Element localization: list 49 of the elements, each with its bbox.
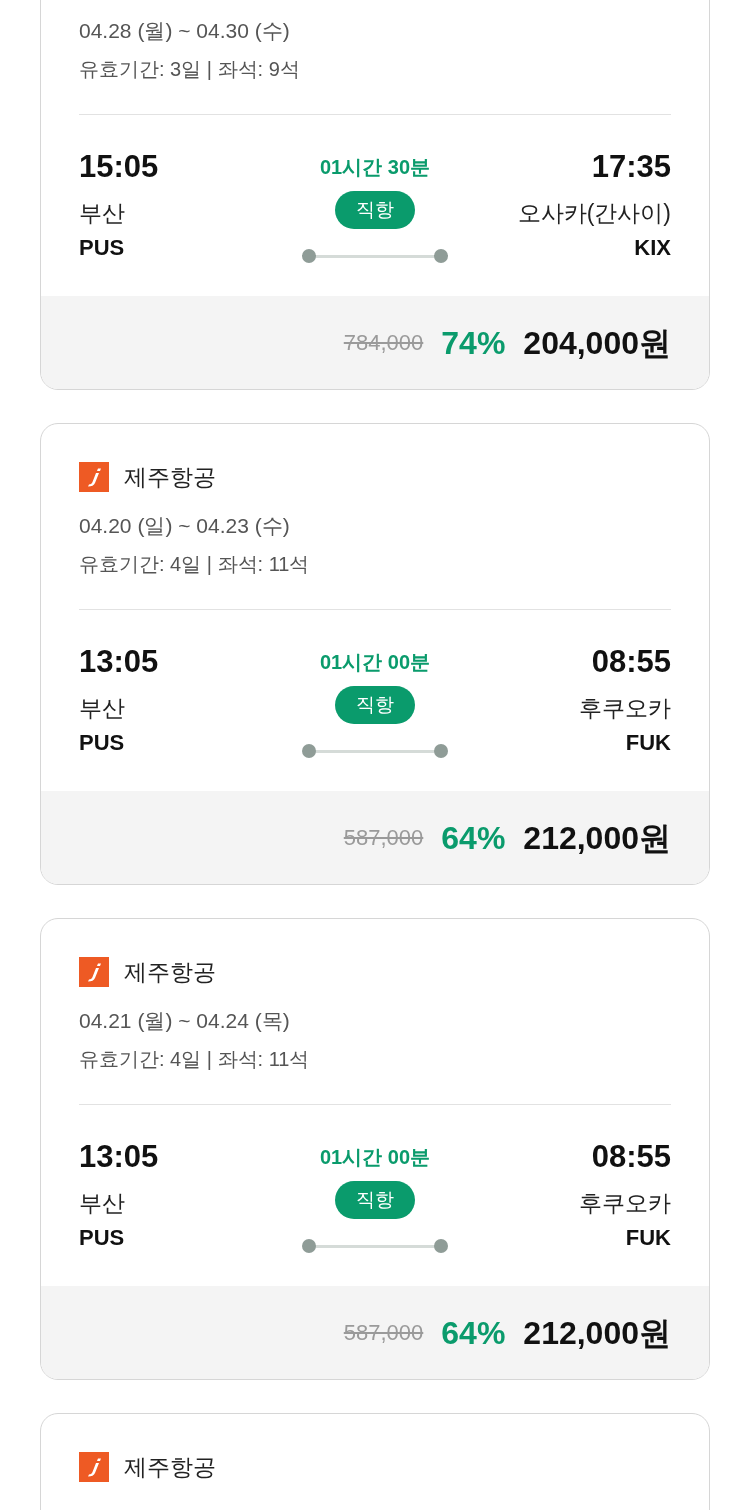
original-price: 784,000 bbox=[343, 329, 424, 357]
departure-city: 부산 bbox=[79, 694, 125, 723]
airline-logo-icon bbox=[79, 957, 109, 987]
sale-price: 212,000원 bbox=[523, 1313, 671, 1353]
departure-airport-code: PUS bbox=[79, 1224, 125, 1252]
travel-dates: 04.28 (월) ~ 04.30 (수) bbox=[79, 18, 291, 44]
flight-card[interactable]: 제주항공 04.21 (월) ~ 04.24 (목) 유효기간: 4일 | 좌석: 11석 13:05 부산 PUS 01시간 00분 직항 08:55 후쿠오카 FUK 587,000 64% 212,000원 bbox=[40, 918, 710, 1380]
discount-rate: 64% bbox=[441, 818, 506, 858]
validity-seats: 유효기간: 4일 | 좌석: 11석 bbox=[79, 550, 671, 578]
validity-seats: 유효기간: 4일 | 좌석: 11석 bbox=[79, 1045, 671, 1073]
arrival-time: 08:55 bbox=[591, 1139, 671, 1175]
airline-name: 제주항공 bbox=[124, 1452, 216, 1482]
arrival-city: 후쿠오카 bbox=[579, 694, 671, 723]
departure-airport-code: PUS bbox=[79, 234, 125, 262]
flight-duration: 01시간 00분 bbox=[319, 650, 431, 675]
original-price: 587,000 bbox=[343, 824, 424, 852]
direct-flight-badge: 직항 bbox=[335, 686, 415, 724]
flight-card[interactable]: 제주항공 bbox=[40, 1413, 710, 1510]
airline-name: 제주항공 bbox=[124, 957, 216, 987]
original-price: 587,000 bbox=[343, 1319, 424, 1347]
travel-dates: 04.21 (월) ~ 04.24 (목) bbox=[79, 1008, 291, 1034]
airline-logo-icon bbox=[79, 1452, 109, 1482]
flight-duration: 01시간 30분 bbox=[319, 155, 431, 180]
discount-rate: 74% bbox=[441, 323, 506, 363]
arrival-airport-code: FUK bbox=[625, 1224, 671, 1252]
sale-price: 204,000원 bbox=[523, 323, 671, 363]
sale-price: 212,000원 bbox=[523, 818, 671, 858]
arrival-airport-code: FUK bbox=[625, 729, 671, 757]
departure-city: 부산 bbox=[79, 199, 125, 228]
flight-card[interactable]: 제주항공 04.20 (일) ~ 04.23 (수) 유효기간: 4일 | 좌석: 11석 13:05 부산 PUS 01시간 00분 직항 08:55 후쿠오카 FUK 587,000 64% 212,000원 bbox=[40, 423, 710, 885]
departure-airport-code: PUS bbox=[79, 729, 125, 757]
direct-flight-badge: 직항 bbox=[335, 1181, 415, 1219]
arrival-time: 17:35 bbox=[591, 149, 671, 185]
airline-logo-icon bbox=[79, 462, 109, 492]
flight-duration: 01시간 00분 bbox=[319, 1145, 431, 1170]
arrival-airport-code: KIX bbox=[634, 234, 671, 262]
arrival-city: 후쿠오카 bbox=[579, 1189, 671, 1218]
departure-time: 15:05 bbox=[79, 149, 159, 185]
travel-dates: 04.20 (일) ~ 04.23 (수) bbox=[79, 513, 291, 539]
arrival-time: 08:55 bbox=[591, 644, 671, 680]
direct-flight-badge: 직항 bbox=[335, 191, 415, 229]
departure-time: 13:05 bbox=[79, 1139, 159, 1175]
arrival-city: 오사카(간사이) bbox=[517, 199, 671, 228]
departure-city: 부산 bbox=[79, 1189, 125, 1218]
airline-name: 제주항공 bbox=[124, 462, 216, 492]
discount-rate: 64% bbox=[441, 1313, 506, 1353]
departure-time: 13:05 bbox=[79, 644, 159, 680]
flight-card[interactable]: 04.28 (월) ~ 04.30 (수) 유효기간: 3일 | 좌석: 9석 15:05 부산 PUS 01시간 30분 직항 17:35 오사카(간사이) KIX 784,000 74% 204,000원 bbox=[40, 0, 710, 390]
validity-seats: 유효기간: 3일 | 좌석: 9석 bbox=[79, 55, 671, 83]
